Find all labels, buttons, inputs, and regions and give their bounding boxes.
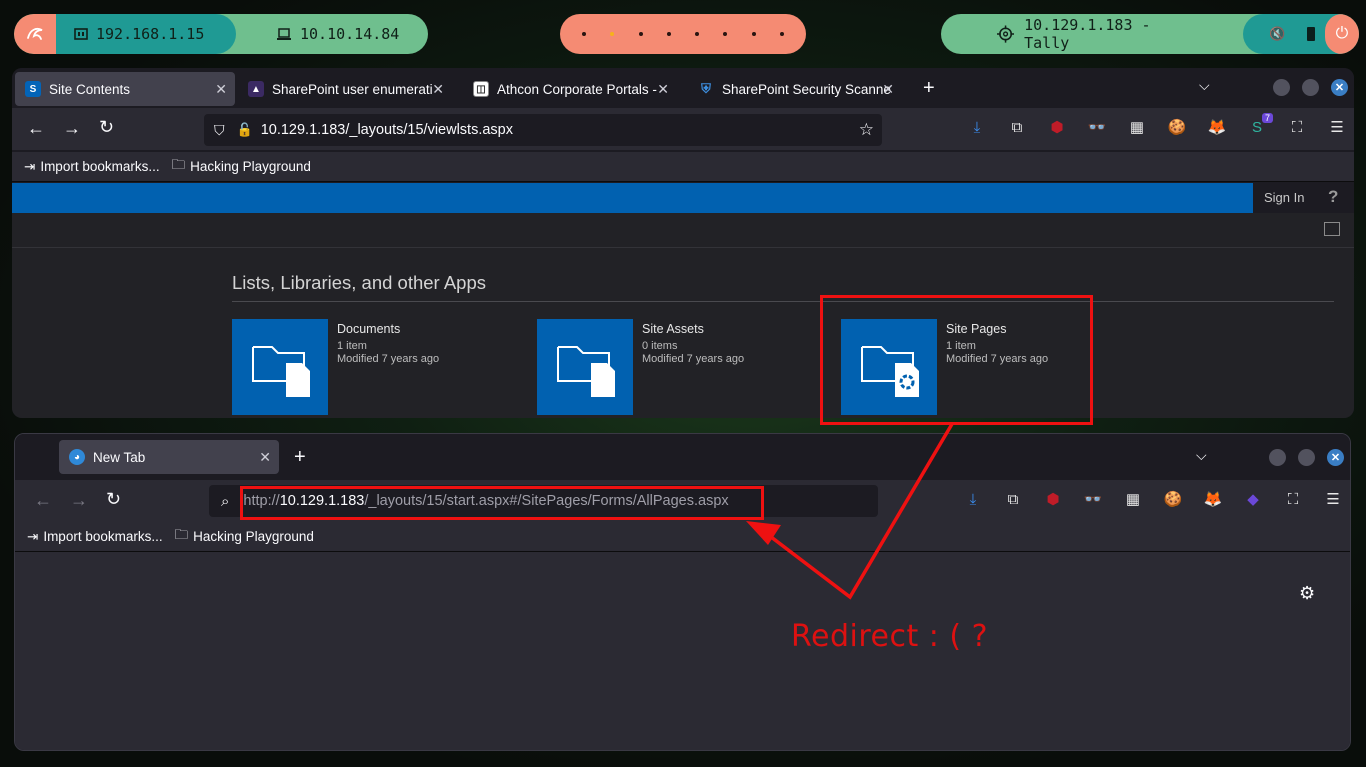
annotation-redirect-text: Redirect : ( ? xyxy=(791,619,989,654)
annotation-arrow xyxy=(746,423,954,600)
